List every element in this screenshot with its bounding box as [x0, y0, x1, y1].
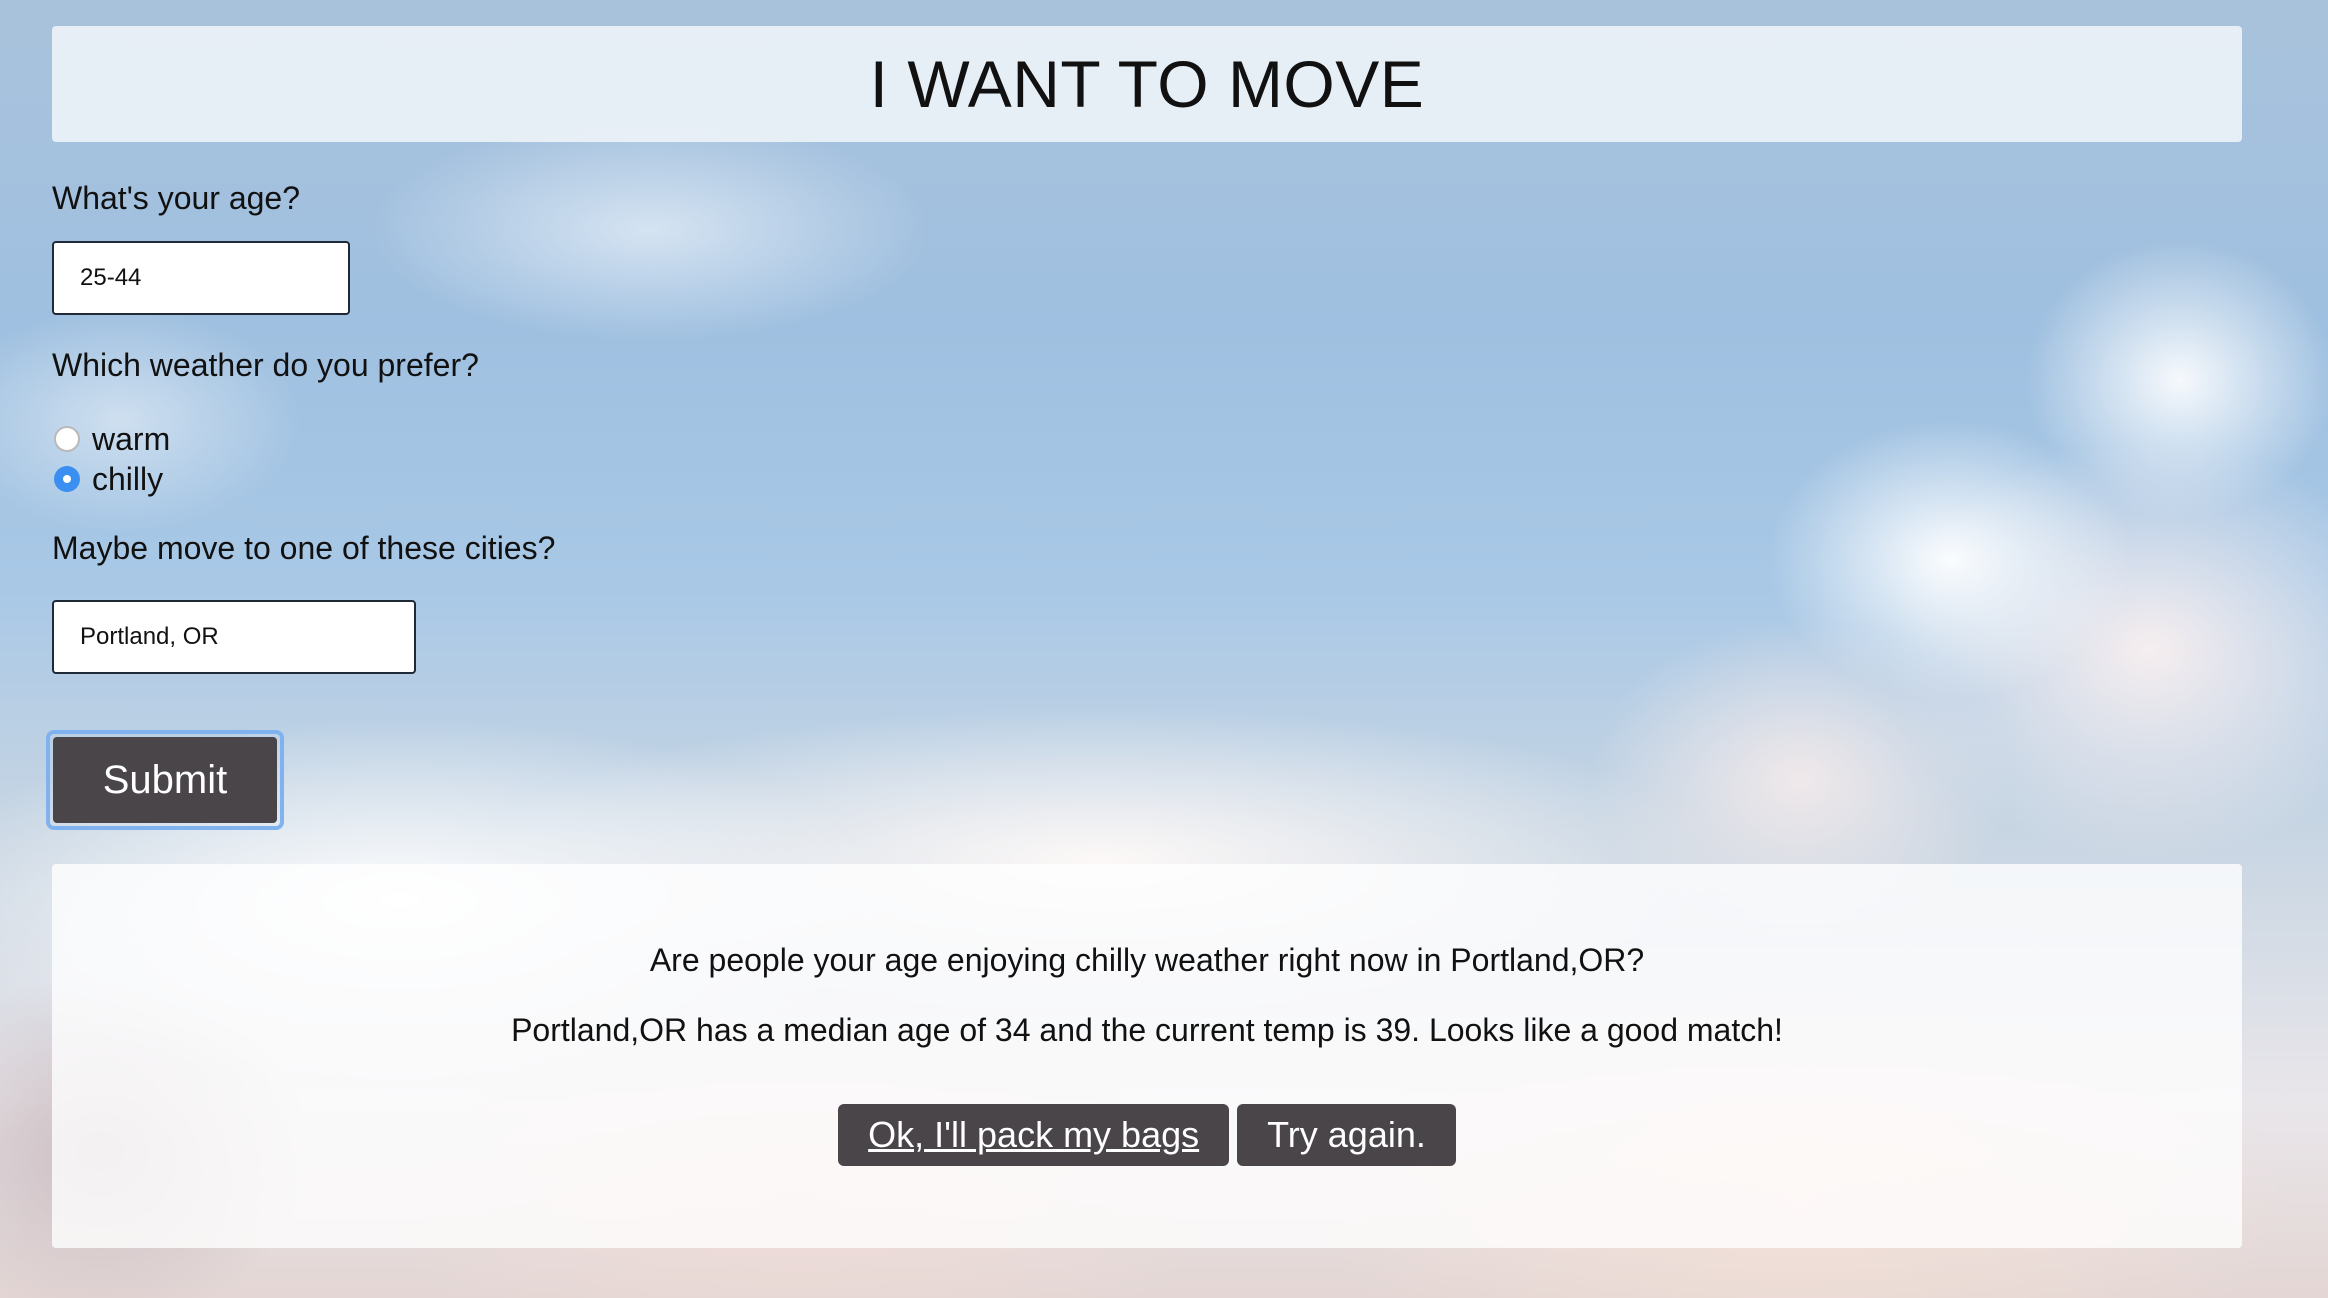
age-input[interactable]: [52, 241, 350, 315]
result-panel: Are people your age enjoying chilly weat…: [52, 864, 2242, 1248]
chilly-radio-label: chilly: [92, 460, 164, 497]
pack-bags-button[interactable]: Ok, I'll pack my bags: [838, 1104, 1230, 1166]
warm-radio-label: warm: [92, 420, 171, 457]
weather-label: Which weather do you prefer?: [52, 347, 479, 383]
chilly-radio[interactable]: [54, 466, 80, 492]
result-question: Are people your age enjoying chilly weat…: [649, 942, 1645, 978]
submit-focus-ring: Submit: [46, 730, 284, 830]
age-label: What's your age?: [52, 180, 301, 216]
page-title: I WANT TO MOVE: [869, 47, 1425, 121]
city-label: Maybe move to one of these cities?: [52, 530, 556, 566]
result-actions: Ok, I'll pack my bags Try again.: [52, 1104, 2242, 1166]
result-answer: Portland,OR has a median age of 34 and t…: [511, 1012, 1783, 1048]
warm-radio[interactable]: [54, 426, 80, 452]
city-input[interactable]: [52, 600, 416, 674]
try-again-button[interactable]: Try again.: [1237, 1104, 1456, 1166]
page-header: I WANT TO MOVE: [52, 26, 2242, 142]
weather-option-chilly[interactable]: chilly: [54, 459, 163, 499]
submit-button[interactable]: Submit: [53, 737, 277, 823]
weather-option-warm[interactable]: warm: [54, 419, 170, 459]
